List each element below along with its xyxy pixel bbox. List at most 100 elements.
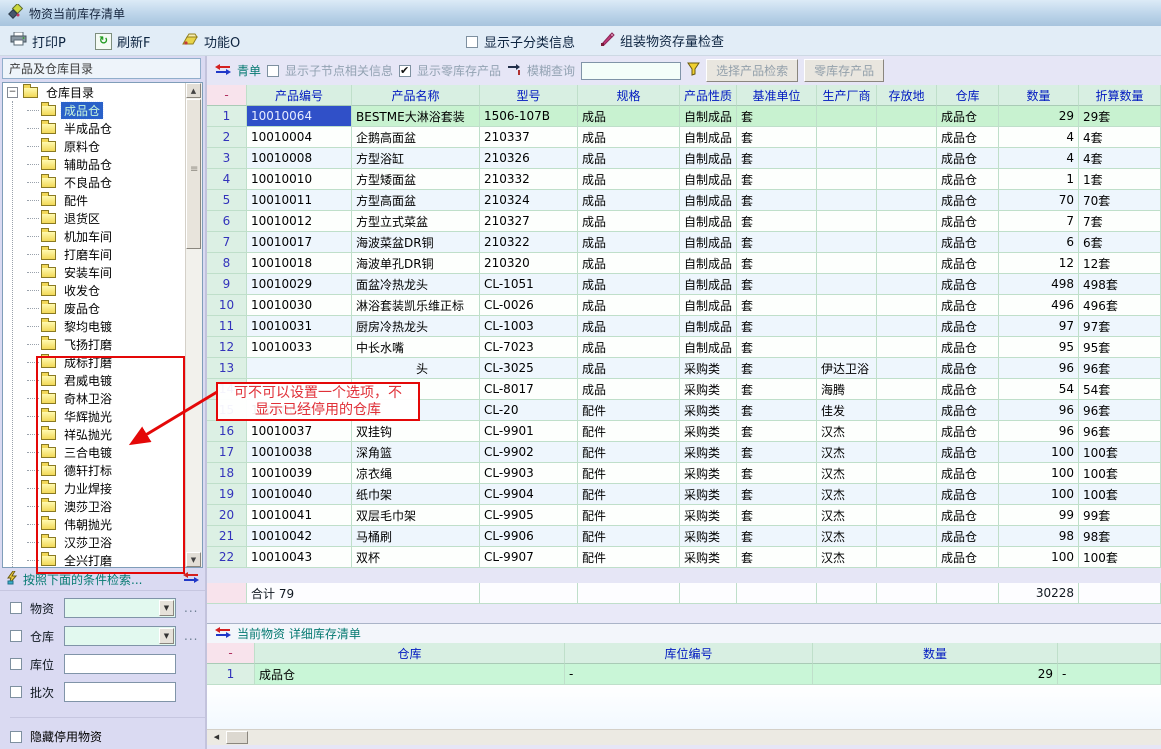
table-row[interactable]: 2010010041双层毛巾架CL-9905配件采购类套汉杰成品仓9999套 [207,505,1161,526]
batch-checkbox[interactable] [10,686,22,698]
tree-item[interactable]: 配件 [3,191,185,209]
row-number-cell[interactable]: 9 [207,274,247,295]
table-cell[interactable]: 成品仓 [937,169,999,190]
table-cell[interactable]: 配件 [578,547,680,568]
warehouse-dropdown[interactable]: ▼ [64,626,176,646]
table-cell[interactable]: CL-9905 [480,505,578,526]
table-cell[interactable]: 成品 [578,316,680,337]
table-cell[interactable]: 套 [737,316,817,337]
table-cell[interactable]: 100套 [1079,484,1161,505]
column-header-property[interactable]: 产品性质 [680,85,737,106]
table-row[interactable]: 1810010039凉衣绳CL-9903配件采购类套汉杰成品仓100100套 [207,463,1161,484]
table-cell[interactable]: 成品仓 [937,232,999,253]
table-cell[interactable]: 成品仓 [937,547,999,568]
table-cell[interactable]: 中长水嘴 [352,337,480,358]
table-cell[interactable]: 套 [737,400,817,421]
table-cell[interactable]: 双挂钩 [352,421,480,442]
table-row[interactable]: 1210010033中长水嘴CL-7023成品自制成品套成品仓9595套 [207,337,1161,358]
table-cell[interactable]: 成品仓 [937,211,999,232]
table-cell[interactable]: 套 [737,127,817,148]
material-dropdown[interactable]: ▼ [64,598,176,618]
detail-header-extra[interactable] [1058,643,1161,664]
table-cell[interactable]: 97套 [1079,316,1161,337]
material-more-button[interactable]: ... [184,601,198,615]
table-cell[interactable]: 成品仓 [937,421,999,442]
refresh-button[interactable]: ↻ 刷新F [95,30,150,52]
table-cell[interactable]: 企鹅高面盆 [352,127,480,148]
tree-root-node[interactable]: − 仓库目录 [3,83,185,101]
tree-item[interactable]: 安装车间 [3,263,185,281]
column-header-converted-qty[interactable]: 折算数量 [1079,85,1161,106]
table-cell[interactable]: 成品 [578,358,680,379]
table-cell[interactable]: 配件 [578,442,680,463]
column-header-product-code[interactable]: 产品编号 [247,85,352,106]
table-cell[interactable]: 成品仓 [937,106,999,127]
chevron-down-icon[interactable]: ▼ [159,628,174,644]
select-product-search-button[interactable]: 选择产品检索 [706,59,798,82]
table-row[interactable]: 1510010036地漏CL-20配件采购类套佳发成品仓9696套 [207,400,1161,421]
table-cell[interactable]: 100 [999,463,1079,484]
table-cell[interactable]: 海腾 [817,379,877,400]
table-cell[interactable]: 成品 [578,337,680,358]
table-row[interactable]: 13 头CL-3025成品采购类套伊达卫浴成品仓9696套 [207,358,1161,379]
table-cell[interactable]: 成品仓 [937,274,999,295]
table-cell[interactable]: 210326 [480,148,578,169]
table-cell[interactable]: 成品仓 [937,295,999,316]
table-cell[interactable]: 套 [737,505,817,526]
column-header-rownum[interactable]: - [207,85,247,106]
table-cell[interactable] [817,253,877,274]
detail-header-rownum[interactable]: - [207,643,255,664]
table-row[interactable]: 1910010040纸巾架CL-9904配件采购类套汉杰成品仓100100套 [207,484,1161,505]
table-cell[interactable]: 配件 [578,421,680,442]
column-header-base-unit[interactable]: 基准单位 [737,85,817,106]
table-cell[interactable]: 地漏 [352,400,480,421]
table-cell[interactable] [877,127,937,148]
table-cell[interactable]: 100套 [1079,463,1161,484]
table-cell[interactable]: 海波菜盆DR铜 [352,232,480,253]
table-cell[interactable]: 54 [999,379,1079,400]
table-cell[interactable]: 496套 [1079,295,1161,316]
table-cell[interactable]: 29 [999,106,1079,127]
table-cell[interactable]: 汉杰 [817,526,877,547]
table-cell[interactable]: 套 [737,337,817,358]
table-row[interactable]: 510010011方型高面盆210324成品自制成品套成品仓7070套 [207,190,1161,211]
row-number-cell[interactable]: 11 [207,316,247,337]
table-cell[interactable]: 96套 [1079,421,1161,442]
table-cell[interactable]: 成品仓 [937,484,999,505]
tree-item[interactable]: 原料仓 [3,137,185,155]
table-cell[interactable] [877,442,937,463]
table-cell[interactable] [877,190,937,211]
table-cell[interactable]: 自制成品 [680,337,737,358]
table-cell[interactable]: 纸巾架 [352,484,480,505]
tree-item[interactable]: 汉莎卫浴 [3,533,185,551]
table-cell[interactable]: 采购类 [680,484,737,505]
table-cell[interactable]: 自制成品 [680,211,737,232]
row-number-cell[interactable]: 19 [207,484,247,505]
table-cell[interactable]: CL-7023 [480,337,578,358]
tree-item[interactable]: 成标打磨 [3,353,185,371]
table-cell[interactable]: 自制成品 [680,316,737,337]
detail-warehouse[interactable]: 成品仓 [255,664,565,685]
chevron-down-icon[interactable]: ▼ [159,600,174,616]
table-cell[interactable]: 套 [737,484,817,505]
detail-header-quantity[interactable]: 数量 [813,643,1058,664]
column-header-manufacturer[interactable]: 生产厂商 [817,85,877,106]
table-cell[interactable]: 自制成品 [680,295,737,316]
table-cell[interactable]: CL-3025 [480,358,578,379]
column-header-quantity[interactable]: 数量 [999,85,1079,106]
table-cell[interactable]: 套 [737,253,817,274]
column-header-storage-place[interactable]: 存放地 [877,85,937,106]
table-cell[interactable]: 成品仓 [937,358,999,379]
row-number-cell[interactable]: 10 [207,295,247,316]
table-cell[interactable]: 双杯 [352,547,480,568]
table-row[interactable]: 2210010043双杯CL-9907配件采购类套汉杰成品仓100100套 [207,547,1161,568]
table-cell[interactable]: 210320 [480,253,578,274]
table-cell[interactable]: CL-1051 [480,274,578,295]
fuzzy-query-input[interactable] [581,62,681,80]
location-checkbox[interactable] [10,658,22,670]
show-child-nodes-checkbox[interactable] [267,65,279,77]
row-number-cell[interactable]: 17 [207,442,247,463]
table-cell[interactable]: 成品 [578,253,680,274]
tree-item[interactable]: 德轩打标 [3,461,185,479]
detail-quantity[interactable]: 29 [813,664,1058,685]
